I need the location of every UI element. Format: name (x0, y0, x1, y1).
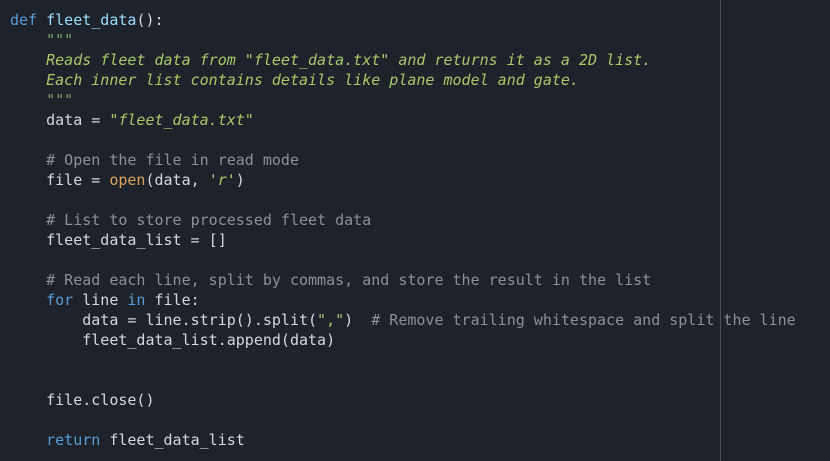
code-line[interactable] (10, 250, 796, 270)
code-line[interactable]: # Read each line, split by commas, and s… (10, 270, 796, 290)
code-token-plain: file = (10, 171, 110, 189)
code-line[interactable]: data = line.strip().split(",") # Remove … (10, 310, 796, 330)
code-token-itstr: 'r' (208, 171, 236, 189)
code-line[interactable]: fleet_data_list = [] (10, 230, 796, 250)
code-line[interactable]: """ (10, 90, 796, 110)
code-line[interactable]: Each inner list contains details like pl… (10, 70, 796, 90)
code-line[interactable]: """ (10, 30, 796, 50)
code-line[interactable]: for line in file: (10, 290, 796, 310)
code-line[interactable]: data = "fleet_data.txt" (10, 110, 796, 130)
code-token-plain: data = (10, 111, 110, 129)
code-line[interactable] (10, 410, 796, 430)
code-line[interactable]: # List to store processed fleet data (10, 210, 796, 230)
code-token-keyword: def (10, 11, 47, 29)
code-line[interactable] (10, 190, 796, 210)
code-line[interactable]: # Open the file in read mode (10, 150, 796, 170)
code-line[interactable]: fleet_data_list.append(data) (10, 330, 796, 350)
code-token-string: "," (317, 311, 345, 329)
code-token-docq: """ (46, 91, 74, 109)
code-editor[interactable]: def fleet_data(): """ Reads fleet data f… (0, 0, 830, 461)
code-token-keyword: return (46, 431, 101, 449)
code-token-plain: fleet_data_list (100, 431, 245, 449)
code-token-plain: fleet_data_list.append(data) (10, 331, 336, 349)
code-line[interactable] (10, 370, 796, 390)
code-token-plain: line (73, 291, 128, 309)
code-token-comment: # List to store processed fleet data (46, 211, 372, 229)
code-token-plain: ) (235, 171, 245, 189)
code-line[interactable]: Reads fleet data from "fleet_data.txt" a… (10, 50, 796, 70)
code-token-comment: # Remove trailing whitespace and split t… (371, 311, 796, 329)
code-line[interactable]: file.close() (10, 390, 796, 410)
code-token-func: fleet_data (46, 11, 137, 29)
code-token-plain: (data, (145, 171, 209, 189)
code-line[interactable] (10, 350, 796, 370)
code-token-keyword: in (127, 291, 146, 309)
code-token-plain: file: (145, 291, 200, 309)
code-token-docq: """ (46, 31, 74, 49)
code-token-plain: file.close() (10, 391, 155, 409)
code-area[interactable]: def fleet_data(): """ Reads fleet data f… (10, 10, 796, 450)
code-token-itstr: "fleet_data.txt" (109, 111, 254, 129)
code-token-plain: (): (136, 11, 164, 29)
code-token-comment: # Read each line, split by commas, and s… (46, 271, 652, 289)
code-token-plain: ) (344, 311, 372, 329)
code-token-keyword: for (46, 291, 74, 309)
code-line[interactable]: return fleet_data_list (10, 430, 796, 450)
code-line[interactable] (10, 130, 796, 150)
code-token-builtin: open (109, 171, 146, 189)
code-token-doc: Each inner list contains details like pl… (46, 71, 579, 89)
code-token-doc: Reads fleet data from "fleet_data.txt" a… (46, 51, 652, 69)
code-token-plain: fleet_data_list = [] (10, 231, 227, 249)
code-line[interactable]: def fleet_data(): (10, 10, 796, 30)
code-line[interactable]: file = open(data, 'r') (10, 170, 796, 190)
code-token-comment: # Open the file in read mode (46, 151, 299, 169)
code-token-plain: data = line.strip().split( (10, 311, 318, 329)
